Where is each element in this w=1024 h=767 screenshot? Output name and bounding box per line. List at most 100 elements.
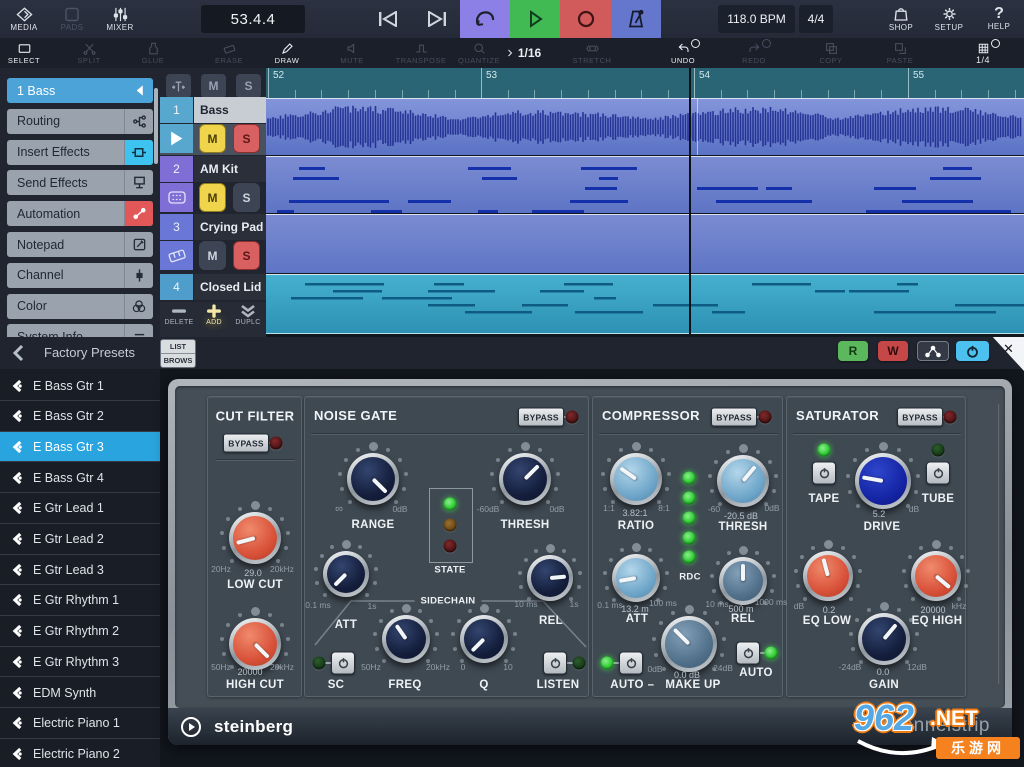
inspector-item-color[interactable]: Color (7, 294, 153, 319)
gate-bypass-button[interactable]: BYPASS (518, 408, 564, 427)
tool-draw[interactable]: DRAW (254, 38, 320, 68)
setup-button[interactable]: SETUP (927, 2, 971, 36)
solo-button[interactable]: S (233, 241, 260, 270)
close-icon[interactable]: ✕ (1003, 341, 1014, 357)
pads-button[interactable]: PADS (50, 2, 94, 36)
preset-item[interactable]: E Gtr Lead 3 (0, 555, 160, 585)
mute-all-button[interactable]: M (201, 74, 226, 98)
track-row[interactable]: 2 AM Kit M S (160, 156, 266, 213)
solo-all-button[interactable]: S (236, 74, 261, 98)
preset-item[interactable]: Electric Piano 1 (0, 709, 160, 739)
preset-item[interactable]: E Gtr Rhythm 2 (0, 617, 160, 647)
loop-button[interactable] (460, 0, 510, 38)
listen-button[interactable] (543, 652, 567, 675)
track-name[interactable]: Closed Lid (194, 274, 266, 300)
metronome-button[interactable] (611, 0, 661, 38)
preset-item[interactable]: E Gtr Lead 2 (0, 525, 160, 555)
drum-track-icon[interactable] (160, 183, 193, 212)
tool-grid-value[interactable]: 1/4 (950, 38, 1016, 68)
preset-item[interactable]: E Bass Gtr 2 (0, 402, 160, 432)
timesig-display[interactable]: 4/4 (799, 5, 833, 33)
cutfilter-bypass-button[interactable]: BYPASS (223, 434, 269, 453)
low-cut-knob[interactable] (229, 512, 281, 564)
bpm-display[interactable]: 118.0 BPM (718, 5, 795, 33)
track-name[interactable]: Crying Pad (194, 214, 266, 240)
inspector-item-send-effects[interactable]: Send Effects (7, 170, 153, 195)
sc-button[interactable] (331, 652, 355, 675)
gate-thresh-knob[interactable] (499, 453, 551, 505)
preset-item[interactable]: EDM Synth (0, 678, 160, 708)
midi-region-closedlid[interactable] (266, 274, 1024, 334)
tool-erase[interactable]: ERASE (196, 38, 262, 68)
preset-item[interactable]: E Gtr Rhythm 1 (0, 586, 160, 616)
track-name[interactable]: Bass (194, 97, 266, 123)
record-button[interactable] (560, 0, 611, 38)
audio-track-icon[interactable] (160, 124, 193, 153)
tool-copy[interactable]: COPY (798, 38, 864, 68)
inspector-item-system-info[interactable]: System Info (7, 324, 153, 337)
list-browse-toggle[interactable]: LIST BROWS (160, 339, 196, 368)
tube-button[interactable] (926, 462, 950, 485)
preset-item[interactable]: Electric Piano 2 (0, 739, 160, 767)
comp-ratio-knob[interactable] (610, 453, 662, 505)
automation-read-button[interactable]: R (838, 341, 868, 361)
gate-freq-knob[interactable] (382, 615, 430, 663)
track-row[interactable]: 3 Crying Pad M S (160, 214, 266, 273)
inspector-item-channel[interactable]: Channel (7, 263, 153, 288)
track-row[interactable]: 1 Bass M S (160, 97, 266, 155)
automation-write-button[interactable]: W (878, 341, 908, 361)
comp-auto-makeup-button[interactable] (619, 652, 643, 675)
inspector-item-1-bass[interactable]: 1 Bass (7, 78, 153, 103)
mute-button[interactable]: M (199, 183, 226, 212)
mute-button[interactable]: M (199, 124, 226, 153)
track-row[interactable]: 4 Closed Lid (160, 274, 266, 302)
sat-bypass-button[interactable]: BYPASS (897, 408, 943, 427)
gate-q-knob[interactable] (460, 615, 508, 663)
tape-button[interactable] (812, 462, 836, 485)
media-button[interactable]: MEDIA (2, 2, 46, 36)
solo-button[interactable]: S (233, 124, 260, 153)
audio-region-bass[interactable] (266, 98, 1024, 155)
inspector-item-notepad[interactable]: Notepad (7, 232, 153, 257)
add-track-button[interactable]: ADD (197, 304, 231, 336)
timeline-ruler[interactable]: 52535455 (266, 68, 1024, 98)
tool-transpose[interactable]: TRANSPOSE (388, 38, 454, 68)
back-chevron-icon[interactable] (12, 344, 24, 362)
track-name[interactable]: AM Kit (194, 156, 266, 182)
tool-paste[interactable]: PASTE (867, 38, 933, 68)
duplicate-track-button[interactable]: DUPLC (231, 304, 265, 336)
routing-node-button[interactable] (917, 341, 949, 361)
tool-quantize-value[interactable]: 1/16 (490, 38, 556, 68)
comp-thresh-knob[interactable] (717, 455, 769, 507)
midi-region-amkit[interactable] (266, 156, 1024, 213)
gate-range-knob[interactable] (347, 453, 399, 505)
sat-gain-knob[interactable] (858, 613, 910, 665)
eq-high-knob[interactable] (911, 551, 961, 601)
midi-region-cryingpad[interactable] (266, 214, 1024, 273)
tool-mute[interactable]: MUTE (319, 38, 385, 68)
preset-item[interactable]: E Gtr Lead 1 (0, 494, 160, 524)
mixer-button[interactable]: MIXER (98, 2, 142, 36)
drive-knob[interactable] (855, 453, 911, 509)
comp-makeup-knob[interactable] (661, 616, 717, 672)
gate-att-knob[interactable] (323, 551, 369, 597)
shop-button[interactable]: SHOP (879, 2, 923, 36)
preset-scrollbar[interactable] (154, 88, 158, 164)
arrange-timeline[interactable]: 52535455 (266, 68, 1024, 337)
eq-low-knob[interactable] (803, 551, 853, 601)
tool-glue[interactable]: GLUE (120, 38, 186, 68)
tool-stretch[interactable]: STRETCH (559, 38, 625, 68)
inspector-item-automation[interactable]: Automation (7, 201, 153, 226)
inspector-item-routing[interactable]: Routing (7, 109, 153, 134)
comp-att-knob[interactable] (612, 554, 660, 602)
preset-item[interactable]: E Gtr Rhythm 3 (0, 647, 160, 677)
gate-rel-knob[interactable] (527, 555, 573, 601)
help-button[interactable]: ? HELP (977, 2, 1021, 36)
tool-undo[interactable]: UNDO (650, 38, 716, 68)
tool-select[interactable]: SELECT (0, 38, 57, 68)
tool-split[interactable]: SPLIT (56, 38, 122, 68)
play-button[interactable] (510, 0, 560, 38)
mute-button[interactable]: M (199, 241, 226, 270)
preset-item[interactable]: E Bass Gtr 1 (0, 371, 160, 401)
comp-auto-rel-button[interactable] (736, 642, 760, 665)
